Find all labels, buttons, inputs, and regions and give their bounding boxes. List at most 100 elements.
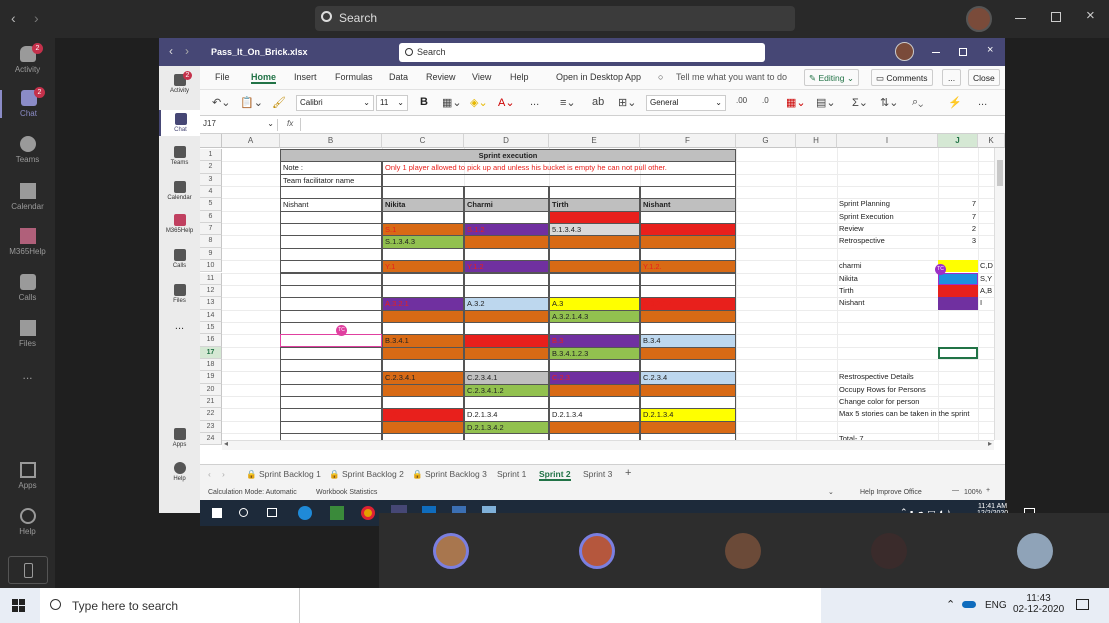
device-button[interactable]: [8, 556, 48, 584]
spreadsheet-grid[interactable]: ABCDEFGHIJK 1 2 3 4 5 6 7 8 9 10 11 12 13 14 15 16 17 18 1…: [200, 134, 1005, 464]
merge-icon[interactable]: ⊞⌄: [618, 96, 636, 109]
windows-start-icon[interactable]: [212, 508, 222, 518]
table-cell[interactable]: [640, 247, 736, 262]
table-cell[interactable]: [382, 186, 464, 200]
find-icon[interactable]: ⌕⌄: [912, 96, 923, 109]
table-cell[interactable]: [549, 358, 640, 373]
menu-insert[interactable]: Insert: [294, 72, 317, 82]
cell-e6[interactable]: [549, 210, 640, 225]
user-avatar[interactable]: [966, 6, 992, 32]
cell-j8[interactable]: 3: [938, 235, 978, 247]
column-header-g[interactable]: G: [736, 134, 796, 148]
font-size-select[interactable]: 11 ⌄: [376, 95, 408, 111]
cell-f17[interactable]: [640, 346, 736, 360]
cell-i7[interactable]: Review: [837, 223, 938, 235]
menu-file[interactable]: File: [215, 72, 230, 82]
cell-e14[interactable]: A.3.2.1.4.3: [549, 309, 640, 323]
row-header-5[interactable]: 5: [200, 198, 222, 211]
person-header-cell[interactable]: Nishant: [640, 198, 736, 212]
menu-view[interactable]: View: [472, 72, 491, 82]
table-cell[interactable]: [464, 210, 549, 225]
table-cell[interactable]: [280, 346, 382, 360]
cell-c8[interactable]: S.1.3.4.3: [382, 235, 464, 249]
zoom-in-icon[interactable]: +: [986, 487, 990, 494]
cell-c22[interactable]: D.2.1: [382, 408, 464, 422]
row-header-11[interactable]: 11: [200, 272, 222, 285]
row-header-1[interactable]: 1: [200, 149, 222, 162]
table-cell[interactable]: [280, 321, 382, 336]
font-color-icon[interactable]: A⌄: [498, 96, 515, 109]
column-header-c[interactable]: C: [382, 134, 464, 148]
cell-i5[interactable]: Sprint Planning: [837, 198, 938, 210]
cell-c23[interactable]: [382, 420, 464, 435]
person-header-cell[interactable]: Tirth: [549, 198, 640, 212]
column-header-f[interactable]: F: [640, 134, 736, 148]
row-header-4[interactable]: 4: [200, 186, 222, 199]
table-cell[interactable]: [280, 260, 382, 274]
format-painter-icon[interactable]: 🖌: [272, 96, 286, 109]
bold-button[interactable]: B: [420, 96, 428, 108]
row-header-18[interactable]: 18: [200, 358, 222, 372]
row-header-12[interactable]: 12: [200, 284, 222, 298]
maximize-icon[interactable]: [1051, 12, 1061, 22]
cell-c17[interactable]: [382, 346, 464, 360]
inner-search-input[interactable]: Search: [399, 43, 765, 62]
cell-d22[interactable]: D.2.1.3.4: [464, 408, 549, 422]
close-window-icon[interactable]: ×: [1086, 7, 1095, 24]
cell-e22[interactable]: D.2.1.3.4: [549, 408, 640, 422]
inner-rail-activity[interactable]: Activity 2: [159, 71, 200, 94]
inner-rail-apps[interactable]: Apps: [159, 428, 200, 448]
cell-e17[interactable]: B.3.4.1.2.3: [549, 346, 640, 360]
table-cell[interactable]: [280, 186, 382, 200]
back-arrow-icon[interactable]: ‹: [11, 10, 16, 26]
cell-d20[interactable]: C.2.3.4.1.2: [464, 383, 549, 397]
cell-c10[interactable]: Y.1: [382, 260, 464, 274]
row-header-10[interactable]: 10: [200, 260, 222, 273]
workbook-stats-button[interactable]: Workbook Statistics: [316, 489, 377, 496]
cell-i10[interactable]: charmi: [837, 260, 938, 272]
cell-c13[interactable]: A.3.2.1: [382, 297, 464, 311]
vertical-scrollbar[interactable]: [994, 148, 1005, 440]
table-cell[interactable]: [640, 284, 736, 299]
rail-files[interactable]: Files: [0, 320, 55, 348]
conditional-format-icon[interactable]: ▦⌄: [786, 96, 806, 109]
participant-avatar[interactable]: [579, 533, 615, 569]
cell-f14[interactable]: [640, 309, 736, 323]
minimize-icon[interactable]: [1015, 18, 1026, 19]
cell-f19[interactable]: C.2.3.4: [640, 371, 736, 385]
active-cell-j17[interactable]: [938, 346, 978, 359]
tabs-prev-icon[interactable]: ‹: [208, 469, 211, 479]
facilitator-label-cell[interactable]: Team facilitator name: [280, 173, 382, 188]
row-header-21[interactable]: 21: [200, 396, 222, 409]
menu-review[interactable]: Review: [426, 72, 456, 82]
cell-i13[interactable]: Nishant: [837, 297, 938, 309]
cell-i22[interactable]: Max 5 stories can be taken in the sprint: [837, 408, 1005, 420]
paste-icon[interactable]: 📋⌄: [240, 96, 263, 109]
more-font-options[interactable]: ...: [530, 96, 539, 108]
add-sheet-icon[interactable]: +: [625, 467, 631, 479]
rail-calls[interactable]: Calls: [0, 274, 55, 302]
table-cell[interactable]: [280, 297, 382, 311]
table-cell[interactable]: [549, 186, 640, 200]
menu-help[interactable]: Help: [510, 72, 529, 82]
horizontal-scrollbar[interactable]: ◂ ▸: [222, 439, 994, 450]
cell-i11[interactable]: Nikita: [837, 273, 938, 285]
table-cell[interactable]: [280, 371, 382, 385]
undo-icon[interactable]: ↶⌄: [212, 96, 230, 109]
sheet-tab-sprint-3[interactable]: Sprint 3: [583, 469, 612, 479]
cell-j5[interactable]: 7: [938, 198, 978, 210]
open-desktop-app-button[interactable]: Open in Desktop App: [556, 72, 641, 82]
inner-rail-calendar[interactable]: Calendar: [159, 181, 200, 201]
sheet-tab-sprint-1[interactable]: Sprint 1: [497, 469, 526, 479]
table-cell[interactable]: [280, 235, 382, 249]
more-options-button[interactable]: ...: [942, 69, 962, 86]
cell-c19[interactable]: C.2.3.4.1: [382, 371, 464, 385]
table-cell[interactable]: [280, 284, 382, 299]
cell-d13[interactable]: A.3.2: [464, 297, 549, 311]
sheet-tab-backlog-2[interactable]: 🔒 Sprint Backlog 2: [329, 469, 404, 480]
ribbon-more-button[interactable]: ...: [978, 96, 987, 108]
table-cell[interactable]: [382, 284, 464, 299]
row-header-24[interactable]: 24: [200, 433, 222, 446]
teams-search-input[interactable]: Search: [315, 6, 795, 31]
sheet-tab-sprint-2[interactable]: Sprint 2: [539, 469, 571, 481]
